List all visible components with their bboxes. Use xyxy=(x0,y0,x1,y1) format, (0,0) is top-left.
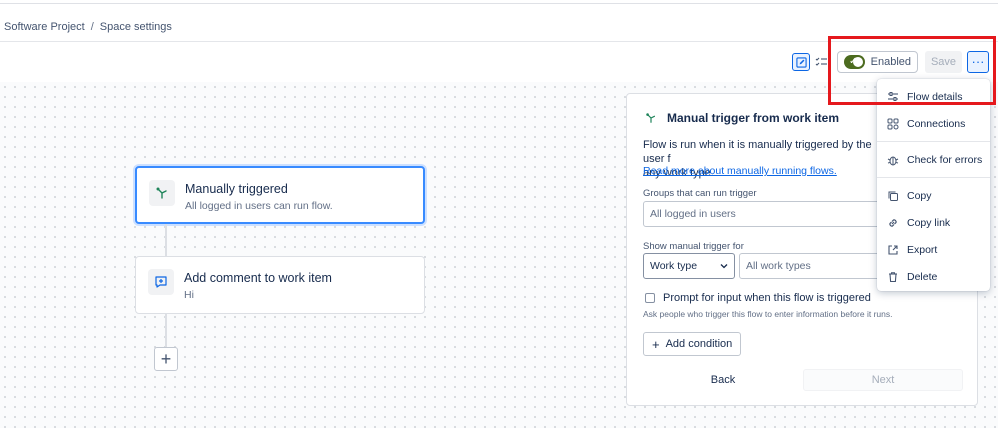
menu-item-label: Copy xyxy=(907,189,932,202)
copy-icon xyxy=(887,190,899,202)
menu-item-label: Check for errors xyxy=(907,153,983,166)
prompt-hint: Ask people who trigger this flow to ente… xyxy=(643,309,893,319)
prompt-checkbox-row[interactable]: Prompt for input when this flow is trigg… xyxy=(645,292,871,304)
plus-icon: + xyxy=(652,336,660,352)
menu-item-copy[interactable]: Copy xyxy=(877,182,990,209)
add-condition-label: Add condition xyxy=(665,338,733,350)
menu-item-label: Connections xyxy=(907,117,966,130)
toolbar: ✓ Enabled Save ··· xyxy=(0,42,998,82)
breadcrumb: Software Project / Space settings xyxy=(4,21,172,33)
breadcrumb-separator: / xyxy=(90,21,94,33)
menu-item-flow-details[interactable]: Flow details xyxy=(877,83,990,110)
prompt-label: Prompt for input when this flow is trigg… xyxy=(663,292,871,304)
menu-item-label: Copy link xyxy=(907,216,951,229)
menu-item-export[interactable]: Export xyxy=(877,236,990,263)
menu-item-label: Delete xyxy=(907,270,938,283)
chevron-down-icon xyxy=(720,264,728,269)
more-actions-button[interactable]: ··· xyxy=(967,51,989,73)
menu-item-connections[interactable]: Connections xyxy=(877,110,990,137)
checklist-icon xyxy=(815,57,827,66)
export-icon xyxy=(887,244,899,256)
connections-icon xyxy=(887,118,899,130)
work-type-select[interactable]: Work type xyxy=(643,253,735,279)
trigger-title: Manually triggered xyxy=(185,182,288,196)
next-button[interactable]: Next xyxy=(803,369,963,391)
menu-divider xyxy=(877,141,990,142)
panel-title-text: Manual trigger from work item xyxy=(667,111,840,125)
panel-title: Manual trigger from work item xyxy=(643,110,839,126)
menu-item-copy-link[interactable]: Copy link xyxy=(877,209,990,236)
work-type-value: Work type xyxy=(650,260,698,272)
trigger-subtitle: All logged in users can run flow. xyxy=(185,200,333,212)
toggle-knob xyxy=(852,57,863,67)
add-step-button[interactable]: + xyxy=(154,347,178,371)
add-condition-button[interactable]: + Add condition xyxy=(643,332,742,356)
groups-input[interactable]: All logged in users xyxy=(643,201,893,227)
edit-icon xyxy=(795,56,807,68)
prompt-checkbox[interactable] xyxy=(645,293,655,303)
work-types-input[interactable]: All work types xyxy=(739,253,893,279)
trash-icon xyxy=(887,271,899,283)
bug-icon xyxy=(887,154,899,166)
menu-item-delete[interactable]: Delete xyxy=(877,263,990,290)
breadcrumb-project[interactable]: Software Project xyxy=(4,21,85,33)
toggle-switch[interactable]: ✓ xyxy=(844,55,865,69)
edit-view-button[interactable] xyxy=(792,53,810,71)
action-subtitle: Hi xyxy=(184,289,194,301)
comment-icon xyxy=(148,269,174,295)
show-trigger-label: Show manual trigger for xyxy=(643,241,744,252)
menu-item-check-errors[interactable]: Check for errors xyxy=(877,146,990,173)
trigger-icon xyxy=(149,180,175,206)
sliders-icon xyxy=(887,91,899,103)
action-node[interactable]: Add comment to work item Hi xyxy=(135,256,425,314)
connector-line xyxy=(165,224,167,257)
action-title: Add comment to work item xyxy=(184,271,332,285)
menu-divider xyxy=(877,177,990,178)
list-view-button[interactable] xyxy=(813,53,829,71)
menu-item-label: Export xyxy=(907,243,938,256)
breadcrumb-page[interactable]: Space settings xyxy=(100,21,172,33)
trigger-node[interactable]: Manually triggered All logged in users c… xyxy=(135,166,425,224)
more-actions-menu: Flow details Connections Check for error… xyxy=(877,79,990,291)
back-button[interactable]: Back xyxy=(643,369,803,391)
trigger-icon xyxy=(643,110,659,126)
toggle-label: Enabled xyxy=(870,56,911,68)
connector-line xyxy=(165,314,167,347)
link-icon xyxy=(887,217,899,229)
save-button[interactable]: Save xyxy=(925,51,962,73)
panel-description-line: Flow is run when it is manually triggere… xyxy=(643,139,872,165)
read-more-link[interactable]: Read more about manually running flows. xyxy=(643,165,837,177)
menu-item-label: Flow details xyxy=(907,90,963,103)
top-divider xyxy=(0,3,998,4)
enabled-toggle[interactable]: ✓ Enabled xyxy=(837,51,918,73)
groups-label: Groups that can run trigger xyxy=(643,188,757,199)
